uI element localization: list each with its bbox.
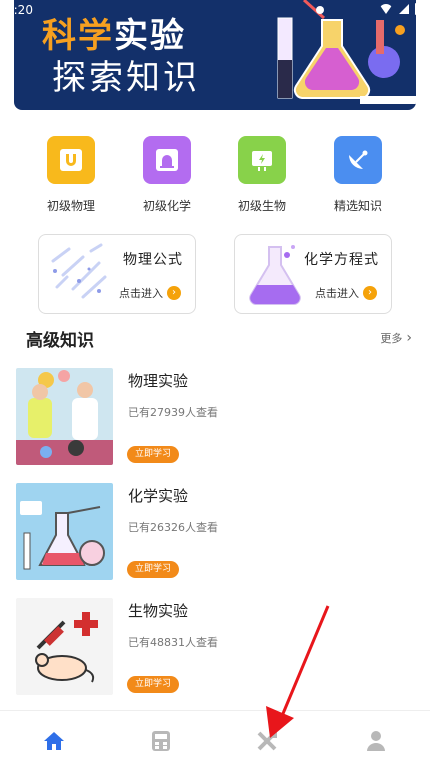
user-icon [367,731,385,751]
list-item-physics-lab[interactable]: 物理实验 已有27939人查看 立即学习 [0,368,430,468]
item-title: 物理实验 [128,372,189,390]
category-label: 初级生物 [237,199,286,213]
card-action: 点击进入 [315,287,359,300]
lamp-icon [143,136,191,184]
more-label: 更多 [380,332,403,345]
category-physics[interactable]: 初级物理 [31,136,111,214]
learn-now-button[interactable]: 立即学习 [127,446,179,463]
category-biology[interactable]: 初级生物 [222,136,302,214]
item-view-count: 已有26326人查看 [128,521,218,534]
magnet-icon [47,136,95,184]
card-title: 物理公式 [123,252,183,268]
card-action: 点击进入 [119,287,163,300]
chemistry-lab-thumbnail [16,483,113,580]
chevron-right-icon: › [167,286,181,300]
tools-icon [257,731,277,751]
learn-now-button[interactable]: 立即学习 [127,676,179,693]
item-title: 化学实验 [128,487,189,505]
chemical-equation-card[interactable]: 化学方程式 点击进入 › [234,234,392,314]
item-view-count: 已有27939人查看 [128,406,218,419]
flask-illustration [249,245,301,305]
battery-icon [415,3,422,15]
category-featured[interactable]: 精选知识 [318,136,398,214]
card-title: 化学方程式 [304,252,379,268]
tab-home[interactable] [42,729,66,753]
category-label: 初级物理 [46,199,95,213]
list-item-biology-lab[interactable]: 生物实验 已有48831人查看 立即学习 [0,598,430,698]
physics-lab-thumbnail [16,368,113,465]
physics-formula-card[interactable]: 物理公式 点击进入 › [38,234,196,314]
category-label: 精选知识 [333,199,382,213]
item-view-count: 已有48831人查看 [128,636,218,649]
biology-lab-thumbnail [16,598,113,695]
item-title: 生物实验 [128,602,189,620]
learn-now-button[interactable]: 立即学习 [127,561,179,578]
satellite-icon [334,136,382,184]
card-enter-link[interactable]: 点击进入 › [119,285,181,301]
test-tubes-illustration [51,243,107,299]
board-icon [238,136,286,184]
tab-profile[interactable] [364,729,388,753]
status-icons [379,3,422,15]
card-enter-link[interactable]: 点击进入 › [315,285,377,301]
tab-tools[interactable] [255,729,279,753]
app-screen: 6:20 科学实验 探索知识 初级物理 初级化学 初级生物 精选知识 物理公式 … [0,0,430,766]
home-icon [44,732,64,750]
category-grid: 初级物理 初级化学 初级生物 精选知识 [0,136,430,216]
section-title: 高级知识 [26,331,94,351]
chevron-right-icon: › [406,330,412,346]
more-link[interactable]: 更多 › [380,330,412,346]
status-bar: 6:20 [0,0,430,22]
list-item-chemistry-lab[interactable]: 化学实验 已有26326人查看 立即学习 [0,483,430,583]
chevron-right-icon: › [363,286,377,300]
category-chemistry[interactable]: 初级化学 [127,136,207,214]
status-time: 6:20 [6,3,33,17]
category-label: 初级化学 [142,199,191,213]
banner-subtitle: 探索知识 [52,58,200,98]
calculator-icon [152,731,170,751]
tab-calculator[interactable] [149,729,173,753]
signal-icon [399,4,409,14]
wifi-icon [379,4,393,14]
bottom-tab-bar [0,710,430,766]
